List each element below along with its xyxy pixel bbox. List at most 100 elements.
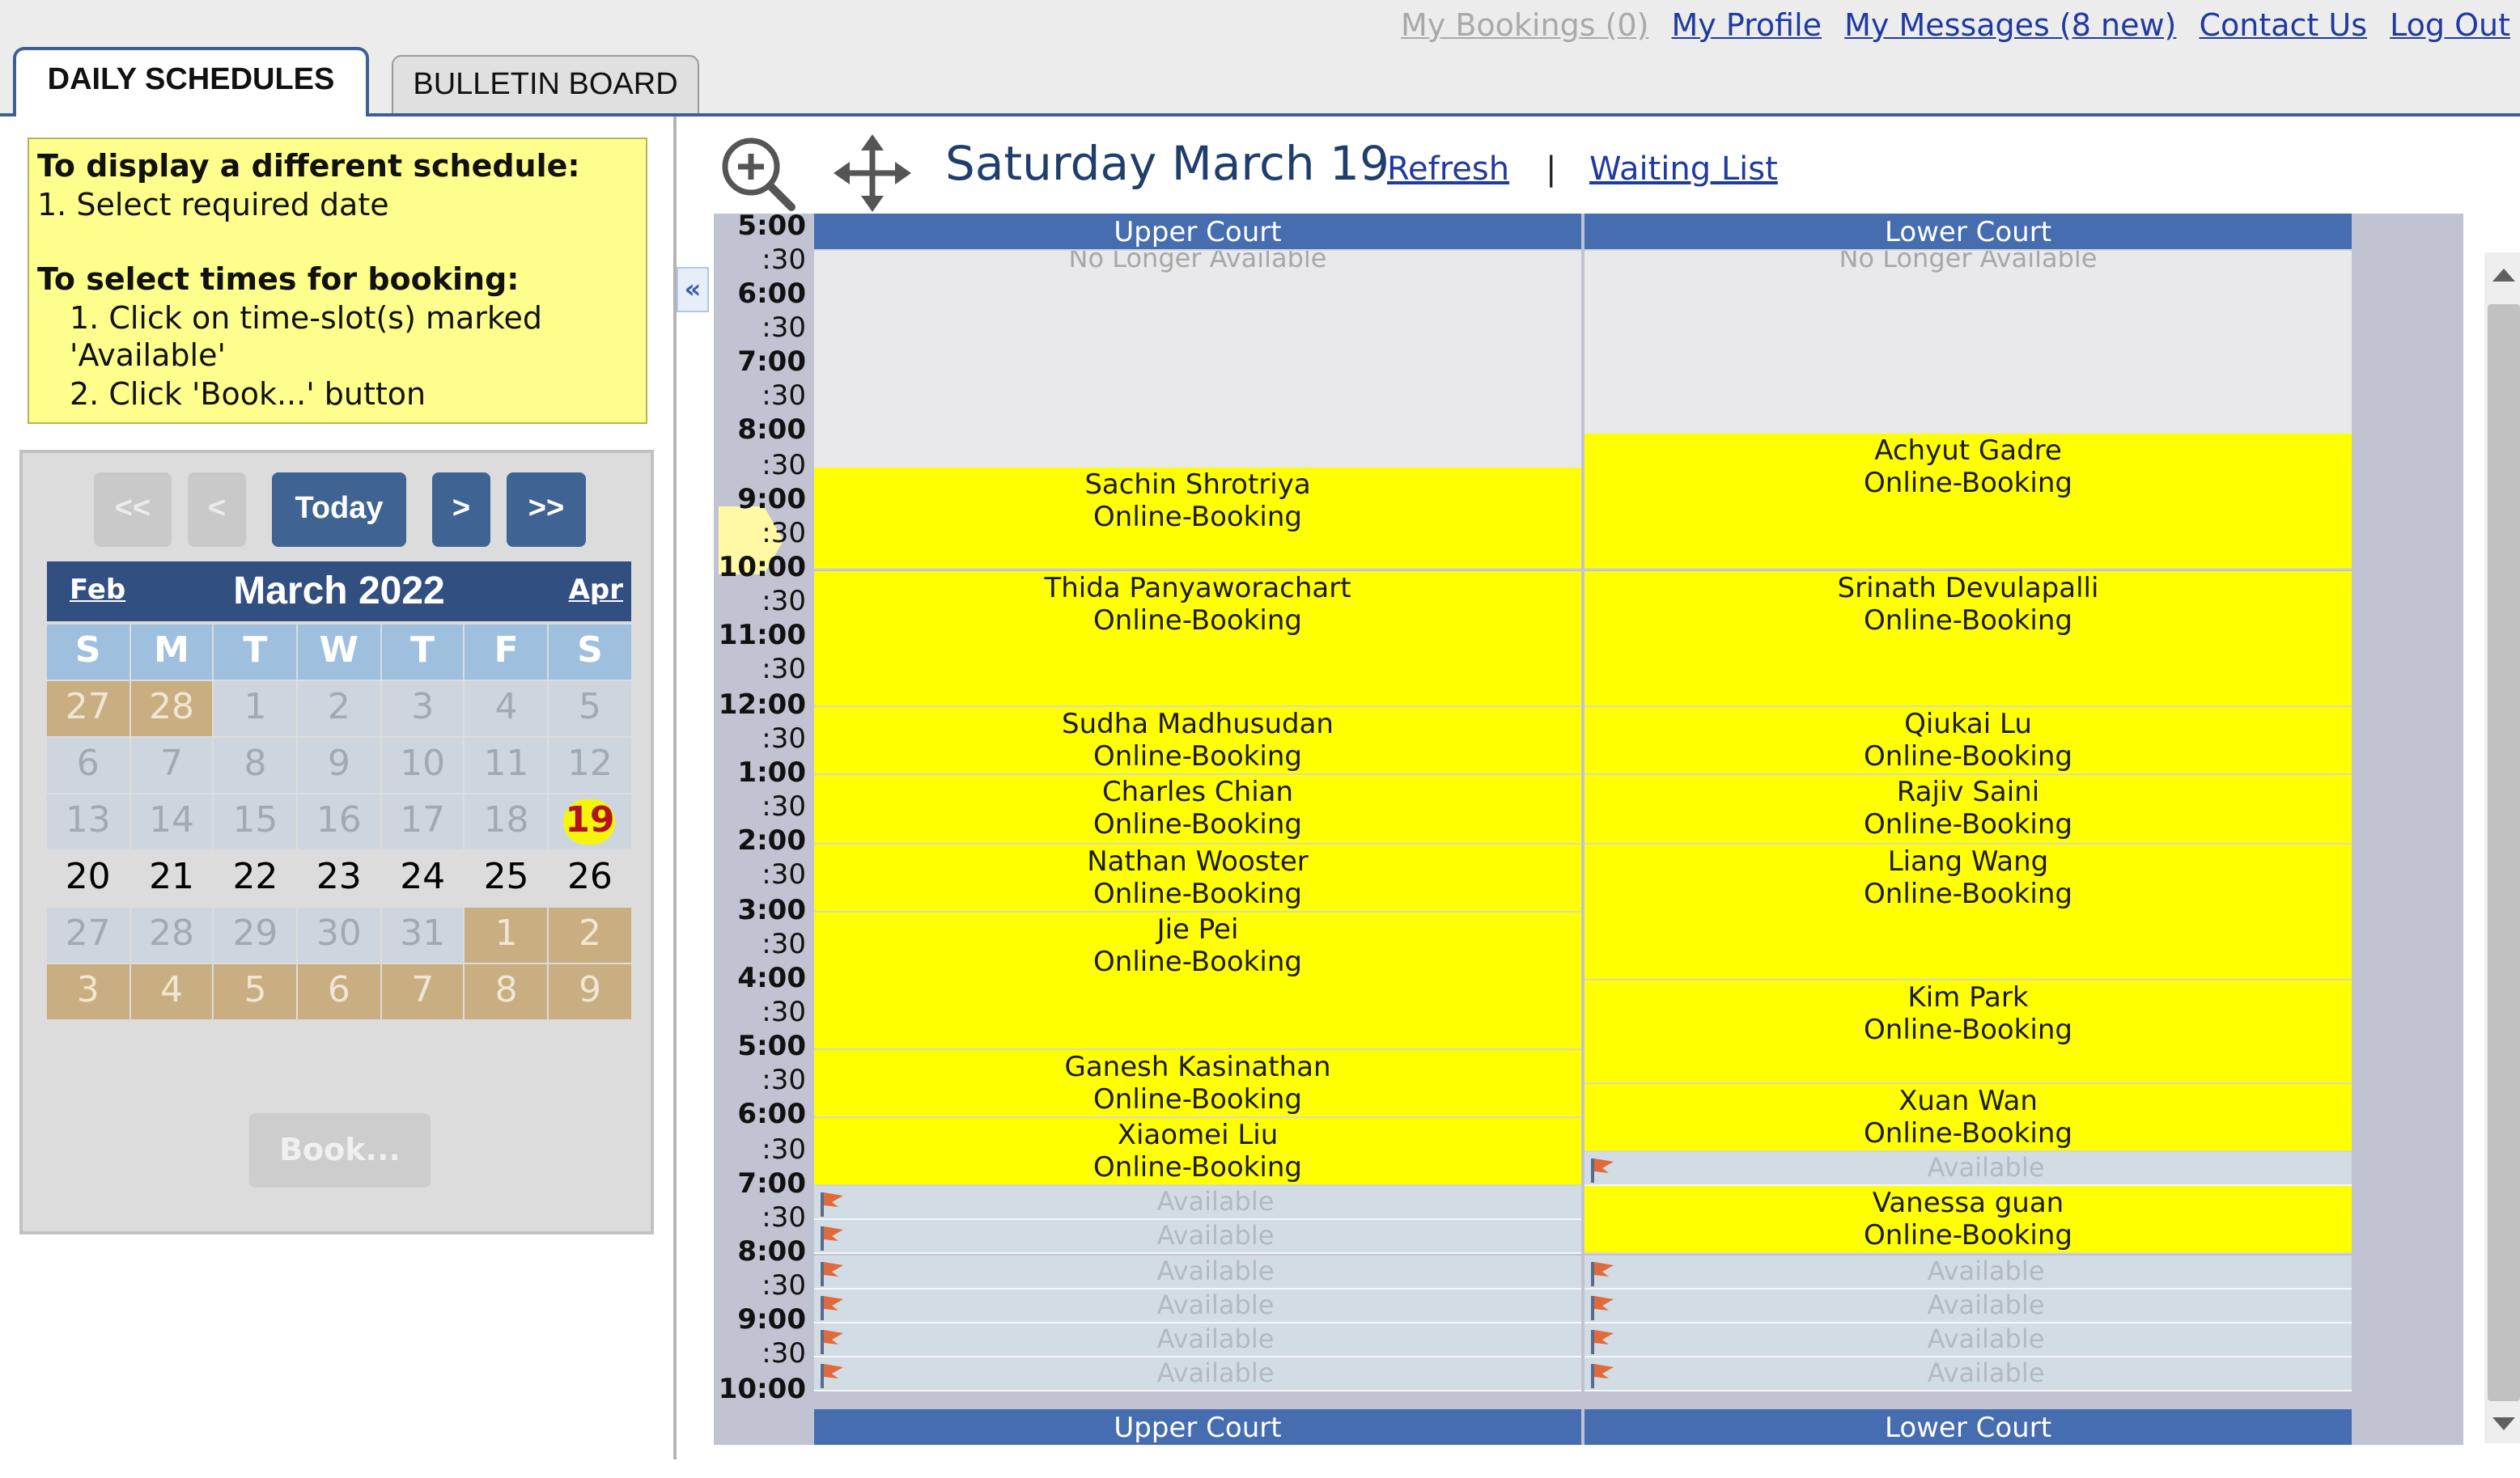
prev-month-button: << — [94, 472, 172, 547]
today-button[interactable]: Today — [272, 472, 406, 547]
available-slot[interactable]: Available — [814, 1289, 1581, 1323]
court-header-top: Lower Court — [1585, 214, 2352, 249]
next-month-button[interactable]: >> — [507, 472, 586, 547]
available-slot[interactable]: Available — [814, 1357, 1581, 1392]
calendar-day[interactable]: 7 — [130, 738, 213, 793]
my-bookings-link: My Bookings (0) — [1401, 8, 1649, 44]
calendar-day[interactable]: 1 — [465, 908, 548, 963]
flag-icon — [821, 1363, 843, 1388]
calendar-day[interactable]: 2 — [298, 681, 380, 736]
booking-slot[interactable]: Charles Chian Online-Booking — [814, 775, 1581, 845]
time-label: :30 — [762, 244, 806, 277]
contact-us-link[interactable]: Contact Us — [2199, 8, 2367, 44]
booking-slot[interactable]: Xuan Wan Online-Booking — [1585, 1083, 2352, 1153]
calendar-day[interactable]: 20 — [47, 851, 129, 906]
refresh-link[interactable]: Refresh — [1387, 149, 1509, 188]
booking-slot[interactable]: Nathan Wooster Online-Booking — [814, 844, 1581, 913]
booking-type: Online-Booking — [1093, 878, 1302, 911]
available-slot[interactable]: Available — [1585, 1357, 2352, 1392]
calendar-day[interactable]: 3 — [381, 681, 464, 736]
available-slot[interactable]: Available — [814, 1220, 1581, 1255]
calendar-day[interactable]: 1 — [214, 681, 297, 736]
booking-slot[interactable]: Kim Park Online-Booking — [1585, 980, 2352, 1084]
available-slot[interactable]: Available — [1585, 1323, 2352, 1357]
collapse-panel-button[interactable]: « — [677, 267, 709, 312]
scroll-up-arrow-icon[interactable] — [2492, 269, 2515, 282]
calendar-day[interactable]: 18 — [465, 794, 548, 849]
booking-slot[interactable]: Liang Wang Online-Booking — [1585, 844, 2352, 981]
tab-daily-schedules[interactable]: DAILY SCHEDULES — [13, 47, 369, 116]
booking-slot[interactable]: Ganesh Kasinathan Online-Booking — [814, 1049, 1581, 1118]
available-slot[interactable]: Available — [1585, 1255, 2352, 1290]
time-column: 5:00:30 6:00:30 7:00:30 8:00:30 9:00:30 10:00… — [714, 214, 811, 1445]
calendar-next-month-link[interactable]: Apr — [569, 561, 623, 621]
calendar-day[interactable]: 11 — [465, 738, 548, 793]
calendar-day[interactable]: 5 — [214, 964, 297, 1019]
scroll-down-arrow-icon[interactable] — [2492, 1417, 2515, 1430]
booking-slot[interactable]: Xiaomei Liu Online-Booking — [814, 1117, 1581, 1187]
calendar-day[interactable]: 6 — [47, 738, 129, 793]
calendar-day[interactable]: 2 — [549, 908, 631, 963]
booking-slot[interactable]: Sachin Shrotriya Online-Booking — [814, 468, 1581, 570]
zoom-icon[interactable] — [717, 133, 798, 214]
my-messages-link[interactable]: My Messages (8 new) — [1844, 8, 2176, 44]
calendar-day[interactable]: 22 — [214, 851, 297, 906]
calendar-day[interactable]: 14 — [130, 794, 213, 849]
booking-slot[interactable]: Jie Pei Online-Booking — [814, 913, 1581, 1050]
calendar-day[interactable]: 26 — [549, 851, 631, 906]
instructions-step-book: 2. Click 'Book...' button — [70, 376, 426, 412]
next-day-button[interactable]: > — [432, 472, 490, 547]
calendar-day[interactable]: 10 — [381, 738, 464, 793]
tab-bulletin-board[interactable]: BULLETIN BOARD — [392, 55, 699, 113]
calendar-day[interactable]: 4 — [465, 681, 548, 736]
calendar-day-selected[interactable]: 19 — [549, 794, 631, 849]
available-slot[interactable]: Available — [1585, 1152, 2352, 1187]
calendar-day[interactable]: 24 — [381, 851, 464, 906]
available-slot[interactable]: Available — [814, 1255, 1581, 1290]
calendar-day[interactable]: 12 — [549, 738, 631, 793]
move-icon[interactable] — [832, 133, 913, 214]
calendar-day[interactable]: 7 — [381, 964, 464, 1019]
booking-slot[interactable]: Vanessa guan Online-Booking — [1585, 1186, 2352, 1255]
calendar-day[interactable]: 6 — [298, 964, 380, 1019]
calendar-day[interactable]: 17 — [381, 794, 464, 849]
calendar-day[interactable]: 16 — [298, 794, 380, 849]
calendar-day[interactable]: 30 — [298, 908, 380, 963]
scrollbar-thumb[interactable] — [2488, 304, 2520, 1401]
available-slot[interactable]: Available — [814, 1186, 1581, 1221]
booking-slot[interactable]: Rajiv Saini Online-Booking — [1585, 775, 2352, 845]
log-out-link[interactable]: Log Out — [2390, 8, 2510, 44]
time-label: 7:00 — [737, 346, 806, 379]
calendar-day[interactable]: 15 — [214, 794, 297, 849]
calendar-day[interactable]: 13 — [47, 794, 129, 849]
booking-slot[interactable]: Qiukai Lu Online-Booking — [1585, 707, 2352, 776]
booking-slot[interactable]: Sudha Madhusudan Online-Booking — [814, 707, 1581, 776]
calendar-day[interactable]: 9 — [298, 738, 380, 793]
calendar-day[interactable]: 8 — [465, 964, 548, 1019]
booking-type: Online-Booking — [1093, 741, 1302, 774]
slot-status: No Longer Available — [1839, 249, 2098, 273]
calendar-day[interactable]: 31 — [381, 908, 464, 963]
calendar-day[interactable]: 3 — [47, 964, 129, 1019]
calendar-day[interactable]: 25 — [465, 851, 548, 906]
time-label: 1:00 — [737, 756, 806, 790]
calendar-day[interactable]: 28 — [130, 908, 213, 963]
calendar-day[interactable]: 8 — [214, 738, 297, 793]
calendar-day[interactable]: 27 — [47, 908, 129, 963]
calendar-day[interactable]: 23 — [298, 851, 380, 906]
my-profile-link[interactable]: My Profile — [1672, 8, 1822, 44]
booking-slot[interactable]: Thida Panyaworachart Online-Booking — [814, 570, 1581, 708]
calendar-day[interactable]: 21 — [130, 851, 213, 906]
booking-slot[interactable]: Achyut Gadre Online-Booking — [1585, 433, 2352, 570]
account-links: My Bookings (0) My Profile My Messages (… — [1388, 8, 2510, 44]
calendar-day[interactable]: 4 — [130, 964, 213, 1019]
calendar-day[interactable]: 28 — [130, 681, 213, 736]
calendar-day[interactable]: 9 — [549, 964, 631, 1019]
available-slot[interactable]: Available — [1585, 1289, 2352, 1323]
available-slot[interactable]: Available — [814, 1323, 1581, 1357]
calendar-day[interactable]: 27 — [47, 681, 129, 736]
waiting-list-link[interactable]: Waiting List — [1589, 149, 1778, 188]
calendar-day[interactable]: 29 — [214, 908, 297, 963]
booking-slot[interactable]: Srinath Devulapalli Online-Booking — [1585, 570, 2352, 708]
calendar-day[interactable]: 5 — [549, 681, 631, 736]
